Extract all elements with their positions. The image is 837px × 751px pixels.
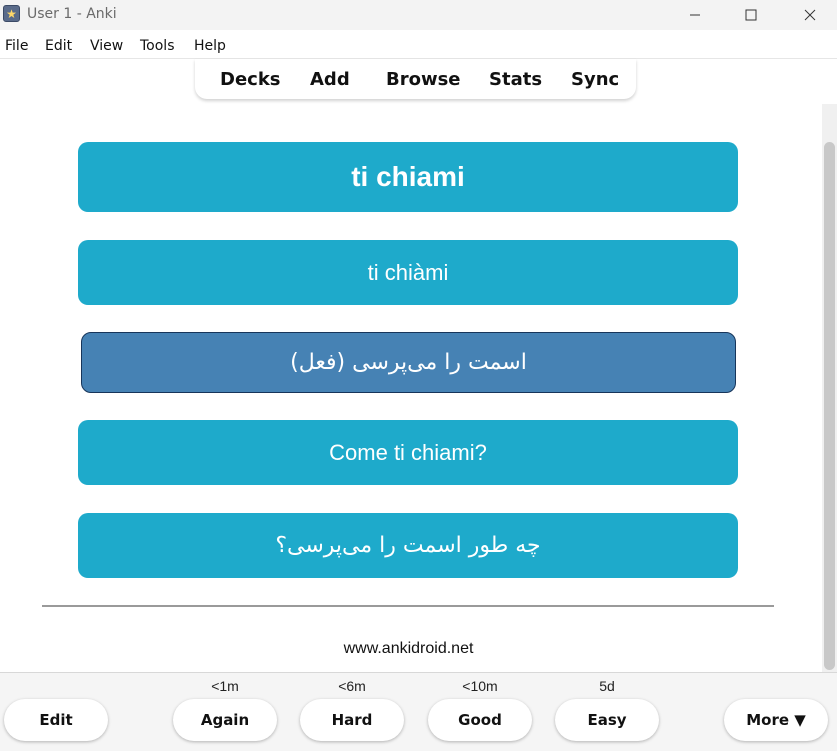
toolbar-stats-link[interactable]: Stats xyxy=(489,69,542,90)
card-example-translation: چه طور اسمت را می‌پرسی؟ xyxy=(78,513,738,578)
window-title: User 1 - Anki xyxy=(27,6,117,22)
menu-edit[interactable]: Edit xyxy=(45,38,72,54)
menu-view[interactable]: View xyxy=(90,38,123,54)
card-divider xyxy=(42,605,774,607)
minimize-icon[interactable] xyxy=(672,0,718,30)
ankidroid-link[interactable]: www.ankidroid.net xyxy=(0,640,817,658)
card-word: ti chiami xyxy=(78,142,738,212)
edit-button[interactable]: Edit xyxy=(4,699,108,741)
anki-star-icon: ★ xyxy=(3,5,20,22)
good-interval: <10m xyxy=(462,678,498,694)
menu-bar: File Edit View Tools Help xyxy=(0,30,837,59)
maximize-icon[interactable] xyxy=(728,0,774,30)
scrollbar-thumb[interactable] xyxy=(824,142,835,670)
answer-bar xyxy=(0,672,837,751)
toolbar-add-link[interactable]: Add xyxy=(310,69,350,90)
easy-button[interactable]: Easy xyxy=(555,699,659,741)
card-pronunciation: ti chiàmi xyxy=(78,240,738,305)
menu-tools[interactable]: Tools xyxy=(140,38,175,54)
card-example: Come ti chiami? xyxy=(78,420,738,485)
main-toolbar: Decks Add Browse Stats Sync xyxy=(195,59,636,99)
easy-interval: 5d xyxy=(599,678,615,694)
menu-help[interactable]: Help xyxy=(194,38,226,54)
again-button[interactable]: Again xyxy=(173,699,277,741)
menu-file[interactable]: File xyxy=(5,38,28,54)
toolbar-browse-link[interactable]: Browse xyxy=(386,69,461,90)
hard-interval: <6m xyxy=(338,678,366,694)
close-icon[interactable] xyxy=(787,0,833,30)
toolbar-sync-link[interactable]: Sync xyxy=(571,69,619,90)
again-interval: <1m xyxy=(211,678,239,694)
toolbar-decks-link[interactable]: Decks xyxy=(220,69,281,90)
card-meaning: اسمت را می‌پرسی (فعل) xyxy=(81,332,736,393)
hard-button[interactable]: Hard xyxy=(300,699,404,741)
window-titlebar: ★ User 1 - Anki xyxy=(0,0,837,30)
more-button[interactable]: More ▼ xyxy=(724,699,828,741)
good-button[interactable]: Good xyxy=(428,699,532,741)
